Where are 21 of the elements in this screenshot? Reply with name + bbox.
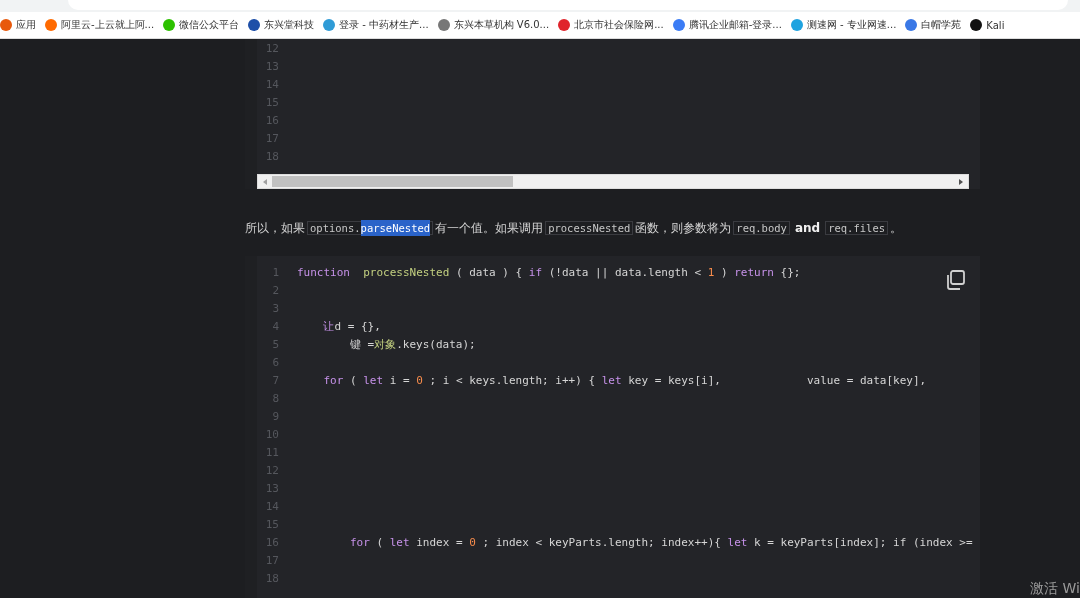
bookmark-link[interactable]: 东兴堂科技: [248, 18, 315, 32]
paragraph-text: 所以，如果 options.parseNested 有一个值。如果调用 processNested 函数，则参数将为 req.body and req.files 。: [245, 219, 904, 238]
code-line: 键 =对象.keys(data);: [348, 337, 476, 353]
bookmark-link[interactable]: 应用: [0, 18, 36, 32]
bookmark-link[interactable]: 微信公众平台: [163, 18, 240, 32]
bookmark-link[interactable]: 登录 - 中药材生产...: [323, 18, 429, 32]
bookmark-link[interactable]: 阿里云-上云就上阿...: [45, 18, 155, 32]
code-line: function processNested ( data ) { if (!data || data.length < 1 ) return {};: [297, 265, 801, 281]
horizontal-scrollbar[interactable]: [257, 174, 969, 189]
bookmark-link[interactable]: 测速网 - 专业网速...: [790, 18, 897, 32]
copy-icon[interactable]: [944, 269, 966, 291]
code-line: for ( let index = 0 ; index < keyParts.length; index++){ let k = keyParts[index]; if (index >=: [348, 535, 973, 551]
bookmark-link[interactable]: 腾讯企业邮箱-登录...: [672, 18, 782, 32]
code-line: for ( let i = 0 ; i < keys.length; i++) { let key = keys[i], value = data[key],: [322, 373, 927, 389]
bookmark-link[interactable]: 北京市社会保险网...: [558, 18, 664, 32]
code-line: 让d = {},: [322, 319, 381, 335]
bookmark-link[interactable]: 白帽学苑: [905, 18, 962, 32]
scrollbar-thumb[interactable]: [272, 176, 513, 187]
bookmark-link[interactable]: 东兴本草机构 V6.0...: [437, 18, 550, 32]
bookmark-link[interactable]: Kali: [970, 19, 1005, 31]
activation-notice: 激活 Wi: [1030, 580, 1080, 598]
